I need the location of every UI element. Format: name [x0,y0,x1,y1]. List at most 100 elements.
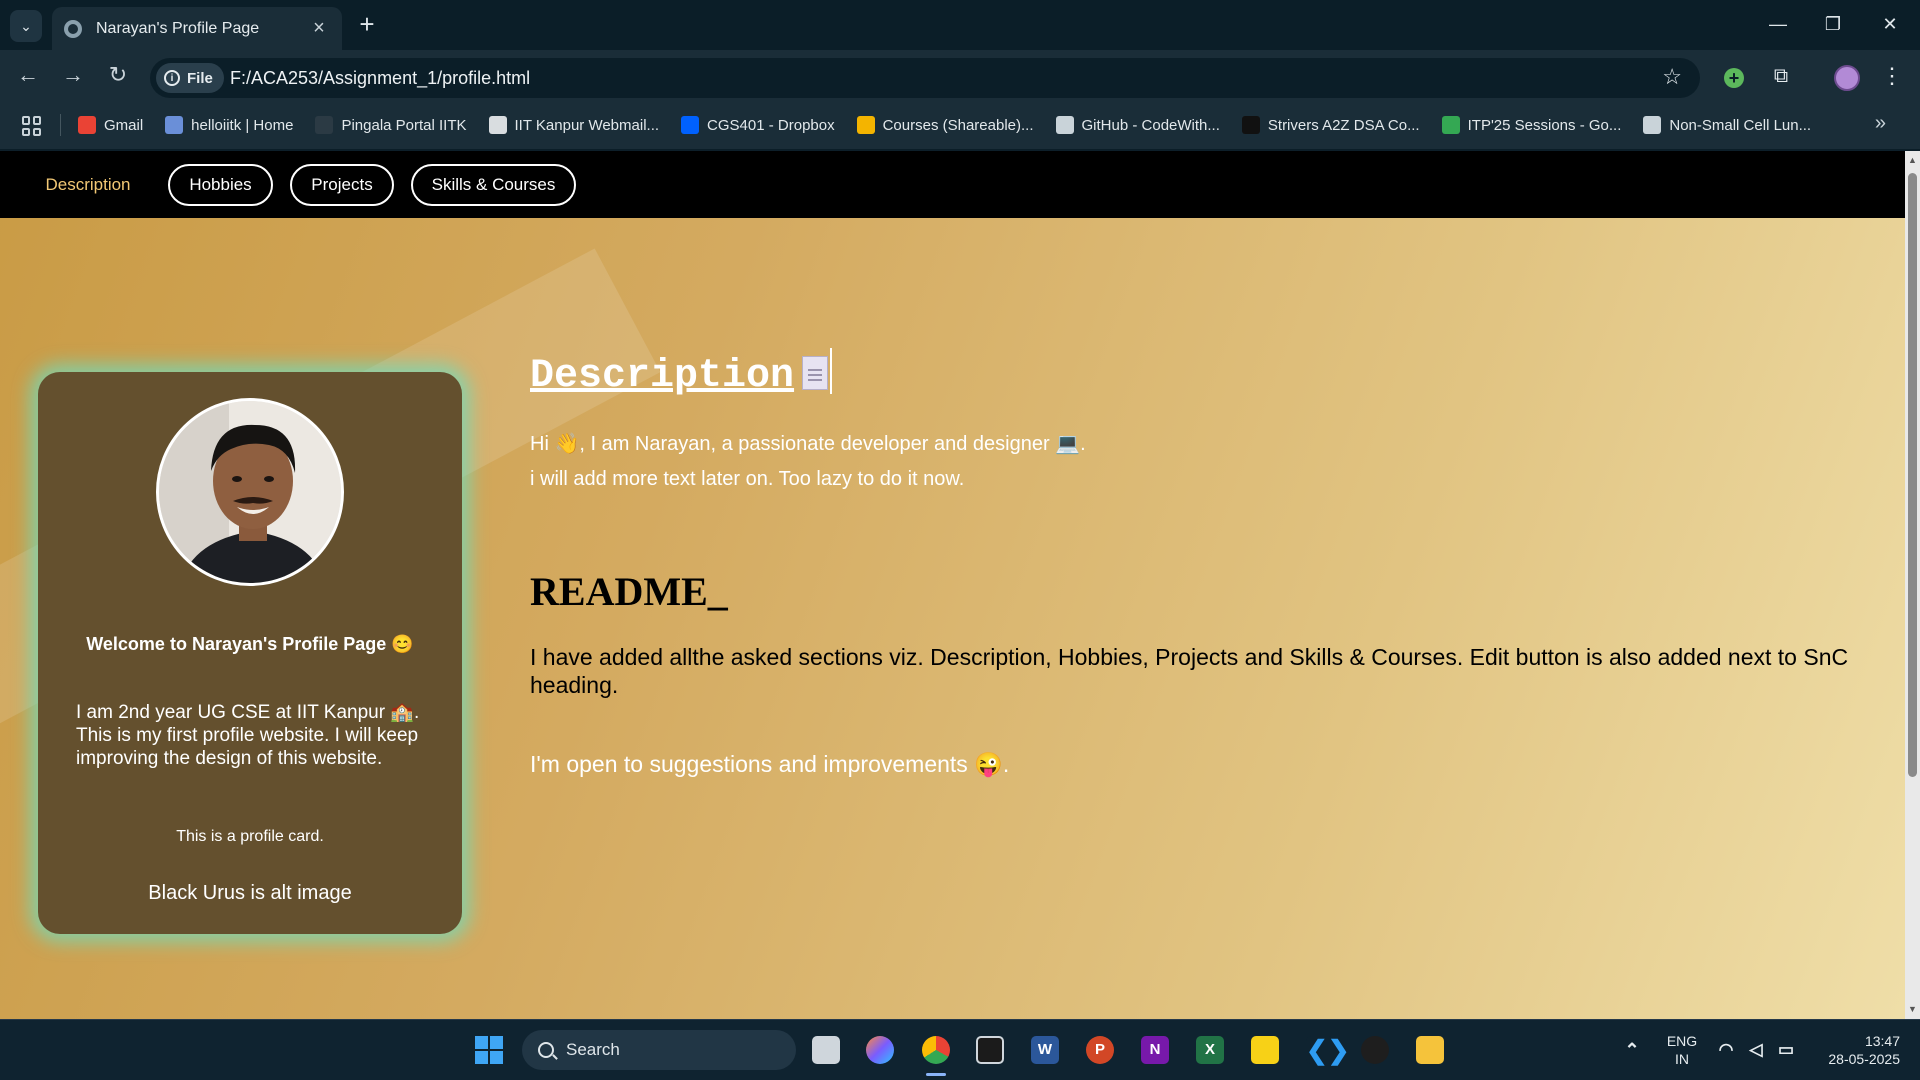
url-text[interactable]: F:/ACA253/Assignment_1/profile.html [230,68,530,89]
lang-line-1: ENG [1666,1033,1698,1049]
volume-icon[interactable]: ◁ [1742,1036,1770,1064]
bookmark-favicon-icon [1441,116,1460,134]
bookmark-item[interactable]: CGS401 - Dropbox [681,116,835,134]
bookmark-favicon-icon [488,116,507,134]
forward-button[interactable]: → [57,59,89,91]
bookmark-item[interactable]: Non-Small Cell Lun... [1643,116,1811,134]
card-alt-text: Black Urus is alt image [148,882,352,904]
language-indicator[interactable]: ENG IN [1660,1032,1704,1068]
terminal-icon[interactable] [976,1036,1004,1064]
scroll-up-icon[interactable]: ▲ [1908,155,1917,165]
active-tab[interactable]: Narayan's Profile Page × [52,7,342,50]
browser-toolbar: ← → ↻ i File F:/ACA253/Assignment_1/prof… [0,50,1920,100]
vscode-icon[interactable]: ❮❯ [1306,1036,1350,1064]
restore-button[interactable]: ❐ [1813,8,1853,40]
bookmark-favicon-icon [1643,116,1662,134]
lazy-note-text: i will add more text later on. Too lazy … [530,468,965,490]
nav-description[interactable]: Description [36,164,140,206]
bookmark-label: helloiitk | Home [191,116,294,134]
minimize-button[interactable]: — [1758,8,1798,40]
bookmark-item[interactable]: IIT Kanpur Webmail... [488,116,660,134]
readme-heading: README_ [530,569,728,614]
bookmark-item[interactable]: GitHub - CodeWith... [1055,116,1220,134]
bookmark-label: GitHub - CodeWith... [1081,116,1220,134]
close-window-button[interactable]: ✕ [1870,8,1910,40]
word-icon[interactable]: W [1031,1036,1059,1064]
search-label: Search [566,1040,620,1059]
nav-skills-courses[interactable]: Skills & Courses [411,164,576,206]
tab-title: Narayan's Profile Page [96,19,260,37]
profile-card: Welcome to Narayan's Profile Page 😊 I am… [38,372,462,934]
globe-icon [64,19,82,38]
add-extension-icon[interactable]: + [1724,68,1744,88]
penguin-app-icon[interactable] [1361,1036,1389,1064]
scroll-thumb[interactable] [1908,173,1917,777]
clock[interactable]: 13:47 28-05-2025 [1800,1032,1900,1068]
scroll-down-icon[interactable]: ▼ [1908,1004,1917,1014]
info-icon: i [164,70,180,86]
bookmark-favicon-icon [1241,116,1260,134]
wifi-icon[interactable]: ◠ [1712,1036,1740,1064]
bookmark-list: Gmail helloiitk | Home Pingala Portal IITK… [78,100,1833,150]
url-scheme-label: File [187,69,213,87]
sticky-notes-icon[interactable] [1251,1036,1279,1064]
bookmark-favicon-icon [681,116,700,134]
new-tab-button[interactable]: + [352,10,382,40]
bookmark-label: Non-Small Cell Lun... [1669,116,1812,134]
profile-photo [156,398,344,586]
tab-strip: ⌄ Narayan's Profile Page × + — ❐ ✕ [0,0,1920,50]
card-bio: I am 2nd year UG CSE at IIT Kanpur 🏫. Th… [76,702,420,769]
powerpoint-icon[interactable]: P [1086,1036,1114,1064]
bookmark-label: Strivers A2Z DSA Co... [1267,116,1420,134]
start-button[interactable] [475,1036,503,1064]
clock-date: 28-05-2025 [1828,1051,1900,1067]
profile-avatar[interactable] [1834,65,1860,91]
bookmark-label: IIT Kanpur Webmail... [514,116,660,134]
site-info-chip[interactable]: i File [156,63,224,93]
readme-text: I have added allthe asked sections viz. … [530,644,1849,698]
close-tab-icon[interactable]: × [308,17,330,40]
bookmark-favicon-icon [78,116,96,134]
intro-text: Hi 👋, I am Narayan, a passionate develop… [530,433,1086,455]
suggestion-text: I'm open to suggestions and improvements… [530,751,1010,777]
bookmark-label: Gmail [104,116,144,134]
bookmark-item[interactable]: Pingala Portal IITK [315,116,467,134]
onenote-icon[interactable]: N [1141,1036,1169,1064]
page-scrollbar[interactable]: ▲ ▼ [1905,151,1920,1019]
battery-icon[interactable]: ▭ [1772,1036,1800,1064]
card-title: Welcome to Narayan's Profile Page 😊 [86,634,414,654]
menu-icon[interactable]: ⋮ [1876,60,1908,92]
extensions-icon[interactable]: ⧉ [1765,60,1797,92]
more-bookmarks-icon[interactable]: » [1875,112,1886,135]
windows-taskbar: Search W P N X ❮❯ ⌃ ENG IN ◠ ◁ ▭ 13:47 2… [0,1019,1920,1080]
excel-icon[interactable]: X [1196,1036,1224,1064]
bookmark-item[interactable]: Gmail [78,116,143,134]
nav-projects[interactable]: Projects [290,164,394,206]
bookmark-item[interactable]: Courses (Shareable)... [856,116,1034,134]
bookmarks-bar: Gmail helloiitk | Home Pingala Portal IITK… [0,100,1920,150]
site-navbar: Description Hobbies Projects Skills & Co… [0,151,1905,218]
description-heading[interactable]: Description [530,348,833,399]
file-explorer-icon[interactable] [1416,1036,1444,1064]
text-caret [830,348,833,394]
bookmark-star-icon[interactable]: ☆ [1662,64,1682,90]
reload-button[interactable]: ↻ [102,59,134,91]
apps-grid-icon[interactable] [22,116,42,136]
taskbar-search[interactable]: Search [522,1030,796,1070]
tab-search-button[interactable]: ⌄ [10,10,42,42]
chevron-up-icon[interactable]: ⌃ [1618,1036,1646,1064]
bookmark-favicon-icon [856,116,875,134]
address-bar[interactable]: i File F:/ACA253/Assignment_1/profile.ht… [150,58,1700,98]
lang-line-2: IN [1675,1051,1689,1067]
copilot-icon[interactable] [866,1036,894,1064]
back-button[interactable]: ← [12,59,44,91]
bookmark-label: ITP'25 Sessions - Go... [1467,116,1622,134]
bookmark-item[interactable]: helloiitk | Home [165,116,293,134]
task-view-icon[interactable] [812,1036,840,1064]
divider [60,114,61,136]
clock-time: 13:47 [1864,1033,1900,1049]
chrome-icon[interactable] [922,1036,950,1064]
bookmark-item[interactable]: ITP'25 Sessions - Go... [1441,116,1622,134]
bookmark-item[interactable]: Strivers A2Z DSA Co... [1241,116,1420,134]
nav-hobbies[interactable]: Hobbies [168,164,273,206]
